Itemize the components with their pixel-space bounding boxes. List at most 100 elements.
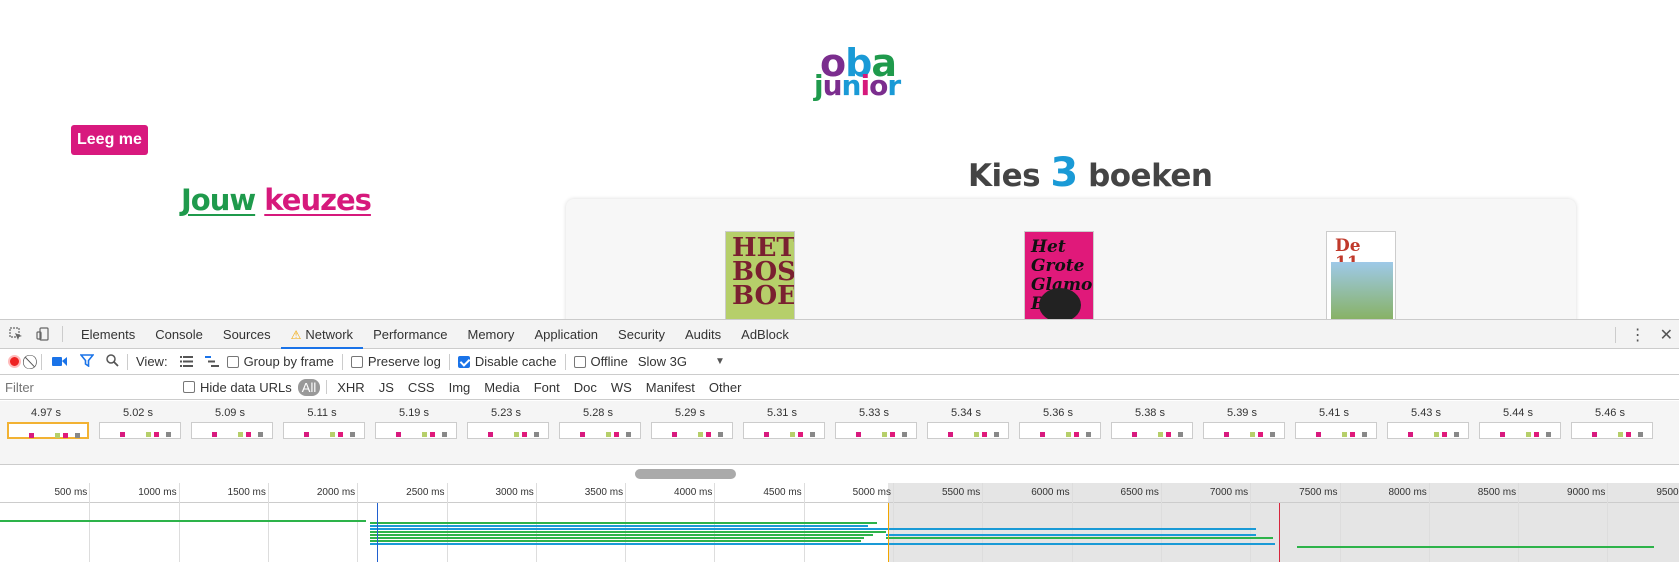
- filter-type-doc[interactable]: Doc: [570, 379, 601, 396]
- timeline-tick: 1000 ms: [138, 483, 180, 562]
- tab-security[interactable]: Security: [608, 320, 675, 349]
- tab-performance[interactable]: Performance: [363, 320, 457, 349]
- checkbox-box: [573, 355, 586, 368]
- filmstrip-frame-time: 5.09 s: [215, 407, 245, 419]
- book-cover-2-art: [1039, 288, 1081, 319]
- filmstrip-frame[interactable]: 5.46 s: [1564, 401, 1656, 461]
- book-cover-2[interactable]: Het Grote Glamour Boek: [1024, 231, 1094, 319]
- tab-console[interactable]: Console: [145, 320, 213, 349]
- filter-type-img[interactable]: Img: [445, 379, 475, 396]
- search-icon[interactable]: [106, 353, 119, 370]
- filter-type-ws[interactable]: WS: [607, 379, 636, 396]
- filter-type-xhr[interactable]: XHR: [333, 379, 368, 396]
- tab-sources[interactable]: Sources: [213, 320, 281, 349]
- inspect-element-icon[interactable]: [5, 323, 27, 345]
- tab-application[interactable]: Application: [524, 320, 608, 349]
- more-options-icon[interactable]: ⋮: [1630, 325, 1646, 345]
- tab-network-label: Network: [305, 326, 354, 342]
- filmstrip-frame[interactable]: 5.41 s: [1288, 401, 1380, 461]
- offline-checkbox[interactable]: Offline: [573, 354, 628, 369]
- group-by-frame-checkbox[interactable]: Group by frame: [226, 354, 334, 369]
- filmstrip-frame[interactable]: 5.36 s: [1012, 401, 1104, 461]
- filmstrip-frame[interactable]: 5.23 s: [460, 401, 552, 461]
- book-cover-1[interactable]: HET BOS BOEK: [725, 231, 795, 319]
- request-bar: [369, 537, 865, 539]
- tab-elements[interactable]: Elements: [71, 320, 145, 349]
- filmstrip-frame[interactable]: 5.33 s: [828, 401, 920, 461]
- filmstrip-frame-time: 5.29 s: [675, 407, 705, 419]
- filter-type-media[interactable]: Media: [480, 379, 523, 396]
- timeline-tick-label: 7500 ms: [1299, 487, 1338, 498]
- filmstrip-frame[interactable]: 5.19 s: [368, 401, 460, 461]
- filmstrip-frame-time: 5.46 s: [1595, 407, 1625, 419]
- timeline-tick: 8500 ms: [1478, 483, 1520, 562]
- disable-cache-label: Disable cache: [474, 354, 557, 369]
- offline-label: Offline: [590, 354, 628, 369]
- filmstrip-scrollbar[interactable]: [635, 469, 736, 479]
- hide-data-urls-checkbox[interactable]: Hide data URLs: [183, 380, 292, 395]
- request-bar: [369, 528, 1256, 530]
- record-button[interactable]: [8, 355, 21, 368]
- toolbar-divider: [564, 353, 566, 370]
- timeline-tick-label: 500 ms: [54, 487, 88, 498]
- book-cover-3[interactable]: De 11: [1326, 231, 1396, 319]
- close-icon[interactable]: ✕: [1660, 325, 1673, 345]
- filmstrip-frame[interactable]: 5.44 s: [1472, 401, 1564, 461]
- filmstrip-thumbnail: [1019, 422, 1101, 439]
- large-rows-icon[interactable]: [179, 354, 193, 370]
- filmstrip-thumbnail: [651, 422, 733, 439]
- throttle-select[interactable]: Slow 3G: [638, 354, 687, 369]
- timeline-tick: 8000 ms: [1388, 483, 1430, 562]
- device-toolbar-icon[interactable]: [32, 323, 54, 345]
- oba-junior-logo[interactable]: oba junior: [812, 44, 912, 108]
- filmstrip-frame[interactable]: 5.39 s: [1196, 401, 1288, 461]
- toolbar-divider: [41, 353, 42, 370]
- tab-memory[interactable]: Memory: [457, 320, 524, 349]
- filmstrip-frame-time: 5.11 s: [307, 407, 337, 419]
- filmstrip-frame[interactable]: 4.97 s: [0, 401, 92, 461]
- filmstrip-frame[interactable]: 5.31 s: [736, 401, 828, 461]
- disable-cache-checkbox[interactable]: Disable cache: [457, 354, 557, 369]
- chevron-down-icon[interactable]: ▼: [715, 356, 725, 367]
- filmstrip-frame[interactable]: 5.11 s: [276, 401, 368, 461]
- tab-network[interactable]: ⚠ Network: [280, 320, 364, 349]
- filmstrip-frame[interactable]: 5.09 s: [184, 401, 276, 461]
- preserve-log-label: Preserve log: [367, 354, 441, 369]
- filmstrip-thumbnail: [743, 422, 825, 439]
- timeline-tick-label: 9500 ms: [1656, 487, 1679, 498]
- filmstrip-frame[interactable]: 5.43 s: [1380, 401, 1472, 461]
- book-cover-3-photo: [1331, 262, 1393, 319]
- preserve-log-checkbox[interactable]: Preserve log: [350, 354, 441, 369]
- filmstrip-frame[interactable]: 5.29 s: [644, 401, 736, 461]
- timeline-tick: 6000 ms: [1031, 483, 1073, 562]
- filter-type-other[interactable]: Other: [705, 379, 746, 396]
- filter-type-manifest[interactable]: Manifest: [642, 379, 699, 396]
- filter-type-font[interactable]: Font: [530, 379, 564, 396]
- request-bar: [369, 534, 874, 536]
- filmstrip-thumbnail: [99, 422, 181, 439]
- devtools-panel: Elements Console Sources ⚠ Network Perfor…: [0, 319, 1679, 562]
- toolbar-divider: [127, 353, 128, 370]
- filter-type-js[interactable]: JS: [375, 379, 398, 396]
- toolbar-divider: [448, 353, 450, 370]
- filter-icon[interactable]: [79, 353, 95, 370]
- tab-audits[interactable]: Audits: [675, 320, 731, 349]
- timeline-tick: 5000 ms: [853, 483, 894, 562]
- web-page: oba junior Leeg me Jouw keuzes Kies 3 bo…: [0, 0, 1679, 319]
- filter-type-css[interactable]: CSS: [404, 379, 439, 396]
- filmstrip-frame[interactable]: 5.28 s: [552, 401, 644, 461]
- timeline-tick-label: 1000 ms: [138, 487, 177, 498]
- filmstrip-frame[interactable]: 5.38 s: [1104, 401, 1196, 461]
- tab-adblock[interactable]: AdBlock: [731, 320, 799, 349]
- filter-input[interactable]: [5, 377, 165, 397]
- filmstrip-frame-time: 5.41 s: [1319, 407, 1349, 419]
- timeline-tick-label: 9000 ms: [1567, 487, 1606, 498]
- devtools-tabbar: Elements Console Sources ⚠ Network Perfor…: [0, 320, 1679, 349]
- screenshot-capture-icon[interactable]: [52, 354, 68, 370]
- filmstrip-frame[interactable]: 5.02 s: [92, 401, 184, 461]
- clear-choices-button[interactable]: Leeg me: [71, 125, 148, 155]
- filmstrip-thumbnail: [191, 422, 273, 439]
- filter-type-all[interactable]: All: [297, 378, 321, 396]
- filmstrip-frame[interactable]: 5.34 s: [920, 401, 1012, 461]
- waterfall-icon[interactable]: [204, 354, 219, 370]
